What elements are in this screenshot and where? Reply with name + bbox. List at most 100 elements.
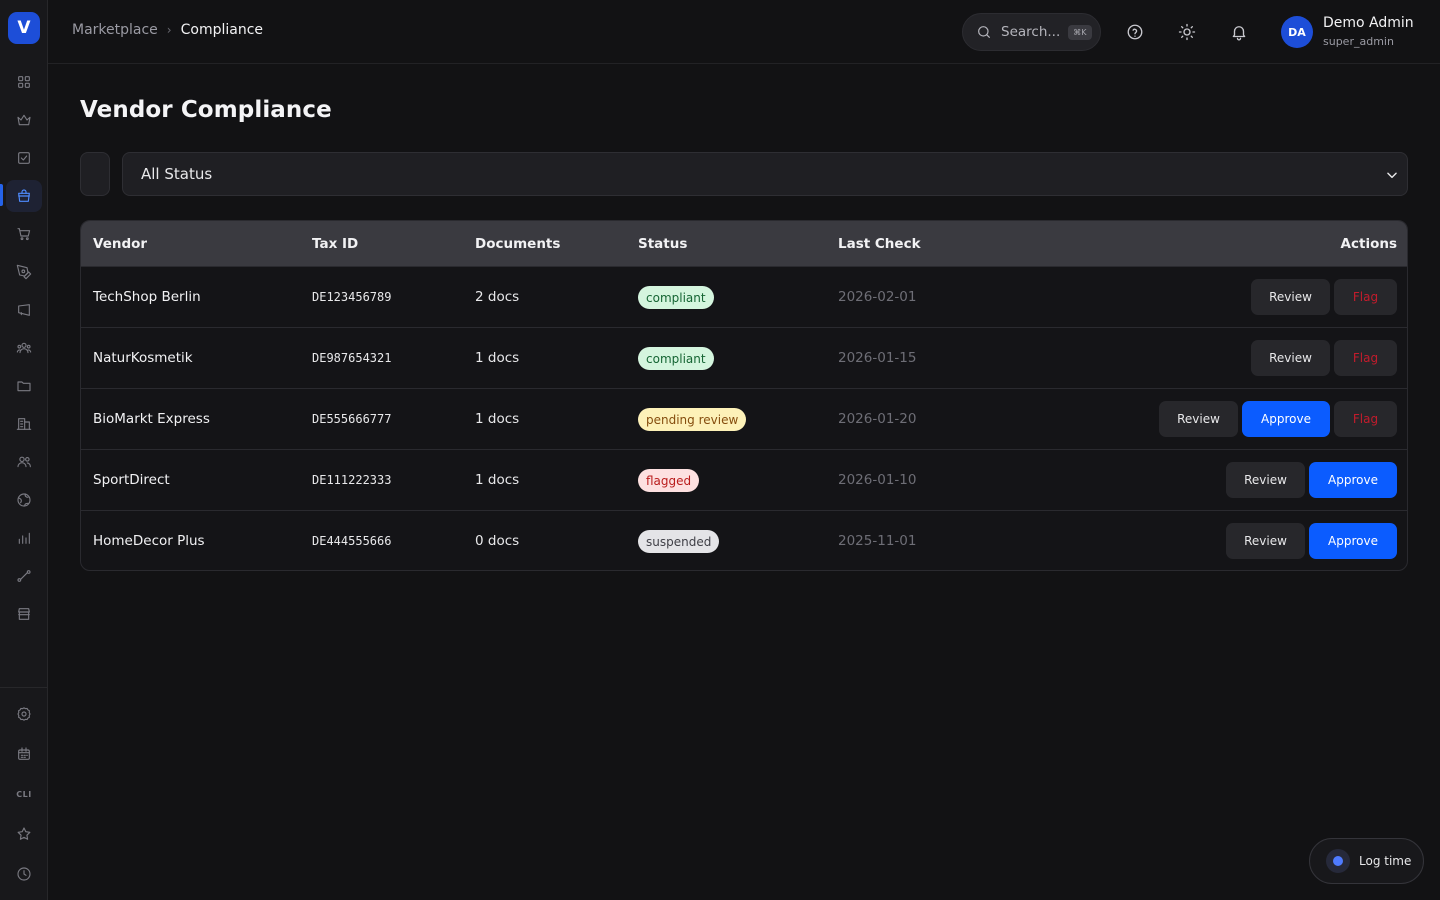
sidebar-item-dashboard[interactable] [6, 66, 42, 98]
status-badge: pending review [638, 408, 747, 431]
sidebar-item-global[interactable] [6, 484, 42, 516]
flag-button[interactable]: Flag [1334, 279, 1397, 315]
users-icon [17, 456, 31, 468]
row-actions: Review Flag [1251, 340, 1397, 376]
user-role: super_admin [1323, 35, 1394, 48]
sidebar: V CLI [0, 0, 48, 900]
last-check-date: 2026-02-01 [838, 289, 917, 305]
sidebar-item-premium[interactable] [6, 104, 42, 136]
store-icon [18, 608, 30, 620]
user-name[interactable]: Demo Admin [1323, 15, 1414, 31]
grid-icon [18, 76, 30, 88]
sidebar-item-cli[interactable]: CLI [6, 778, 42, 810]
documents-count: 1 docs [475, 472, 520, 488]
cart-icon [17, 228, 31, 241]
pen-tool-icon [16, 264, 32, 280]
tax-id: DE987654321 [312, 351, 392, 365]
bell-icon [1232, 26, 1246, 41]
sidebar-item-calendar[interactable] [6, 738, 42, 770]
filter-button[interactable] [80, 152, 110, 196]
approve-button[interactable]: Approve [1242, 401, 1330, 437]
review-button[interactable]: Review [1226, 523, 1305, 559]
search-placeholder: Search... [1001, 24, 1061, 40]
active-indicator [0, 184, 3, 206]
folder-icon [17, 381, 31, 392]
flag-button[interactable]: Flag [1334, 401, 1397, 437]
review-button[interactable]: Review [1251, 340, 1330, 376]
users-group-icon [16, 342, 32, 354]
vendor-name: BioMarkt Express [93, 411, 210, 427]
vendor-name: HomeDecor Plus [93, 533, 205, 549]
row-actions: Review Approve Flag [1159, 401, 1397, 437]
sidebar-item-analytics[interactable] [6, 522, 42, 554]
sidebar-item-favorites[interactable] [6, 818, 42, 850]
app-logo[interactable]: V [8, 12, 40, 44]
row-actions: Review Approve [1226, 462, 1397, 498]
column-header-actions: Actions [1340, 236, 1397, 252]
sidebar-item-design[interactable] [6, 256, 42, 288]
sidebar-item-routes[interactable] [6, 560, 42, 592]
crown-icon [17, 114, 31, 126]
last-check-date: 2025-11-01 [838, 533, 917, 549]
table-row: SportDirect DE111222333 1 docs flagged 2… [81, 449, 1407, 510]
avatar[interactable]: DA [1281, 16, 1313, 48]
sidebar-item-organizations[interactable] [6, 408, 42, 440]
route-icon [17, 570, 31, 582]
breadcrumb: Marketplace › Compliance [72, 22, 263, 38]
vendor-compliance-table: Vendor Tax ID Documents Status Last Chec… [80, 220, 1408, 571]
sidebar-divider [0, 687, 48, 688]
review-button[interactable]: Review [1226, 462, 1305, 498]
sidebar-item-community[interactable] [6, 332, 42, 364]
breadcrumb-current: Compliance [180, 22, 264, 38]
sidebar-item-history[interactable] [6, 858, 42, 890]
sidebar-item-campaigns[interactable] [6, 294, 42, 326]
status-filter-select[interactable]: All Status [122, 152, 1408, 196]
gear-icon [17, 707, 31, 721]
vendor-name: SportDirect [93, 472, 170, 488]
breadcrumb-parent[interactable]: Marketplace [72, 22, 158, 38]
table-row: HomeDecor Plus DE444555666 0 docs suspen… [81, 510, 1407, 570]
sidebar-item-orders[interactable] [6, 218, 42, 250]
column-header-status: Status [638, 236, 688, 252]
review-button[interactable]: Review [1159, 401, 1238, 437]
column-header-vendor: Vendor [93, 236, 148, 252]
chevron-down-icon [1387, 172, 1397, 179]
shopping-bag-icon [18, 189, 30, 202]
column-header-tax-id: Tax ID [312, 236, 359, 252]
search-button[interactable]: Search... ⌘K [962, 13, 1101, 51]
calendar-icon [18, 747, 30, 760]
documents-count: 2 docs [475, 289, 520, 305]
sidebar-item-stores[interactable] [6, 598, 42, 630]
top-header: Marketplace › Compliance Search... ⌘K DA… [48, 0, 1440, 64]
review-button[interactable]: Review [1251, 279, 1330, 315]
approve-button[interactable]: Approve [1309, 523, 1397, 559]
approve-button[interactable]: Approve [1309, 462, 1397, 498]
status-filter-value: All Status [141, 165, 213, 183]
sun-icon [1178, 23, 1196, 41]
documents-count: 1 docs [475, 411, 520, 427]
bar-chart-icon [18, 532, 30, 544]
sidebar-item-tasks[interactable] [6, 142, 42, 174]
table-header: Vendor Tax ID Documents Status Last Chec… [81, 221, 1407, 266]
building-icon [16, 418, 32, 430]
search-icon [978, 26, 990, 38]
last-check-date: 2026-01-15 [838, 350, 917, 366]
globe-icon [17, 493, 31, 507]
vendor-name: NaturKosmetik [93, 350, 193, 366]
row-actions: Review Flag [1251, 279, 1397, 315]
search-shortcut: ⌘K [1068, 24, 1092, 40]
page-title: Vendor Compliance [80, 97, 332, 123]
help-button[interactable] [1123, 20, 1147, 44]
clock-icon [17, 867, 31, 881]
notifications-button[interactable] [1227, 20, 1251, 44]
sidebar-item-marketplace[interactable] [6, 180, 42, 212]
log-time-button[interactable]: Log time [1309, 838, 1424, 884]
checkbox-icon [18, 152, 30, 164]
flag-button[interactable]: Flag [1334, 340, 1397, 376]
theme-toggle-button[interactable] [1175, 20, 1199, 44]
vendor-name: TechShop Berlin [93, 289, 201, 305]
sidebar-item-users[interactable] [6, 446, 42, 478]
sidebar-item-settings[interactable] [6, 698, 42, 730]
star-icon [17, 827, 31, 840]
sidebar-item-files[interactable] [6, 370, 42, 402]
